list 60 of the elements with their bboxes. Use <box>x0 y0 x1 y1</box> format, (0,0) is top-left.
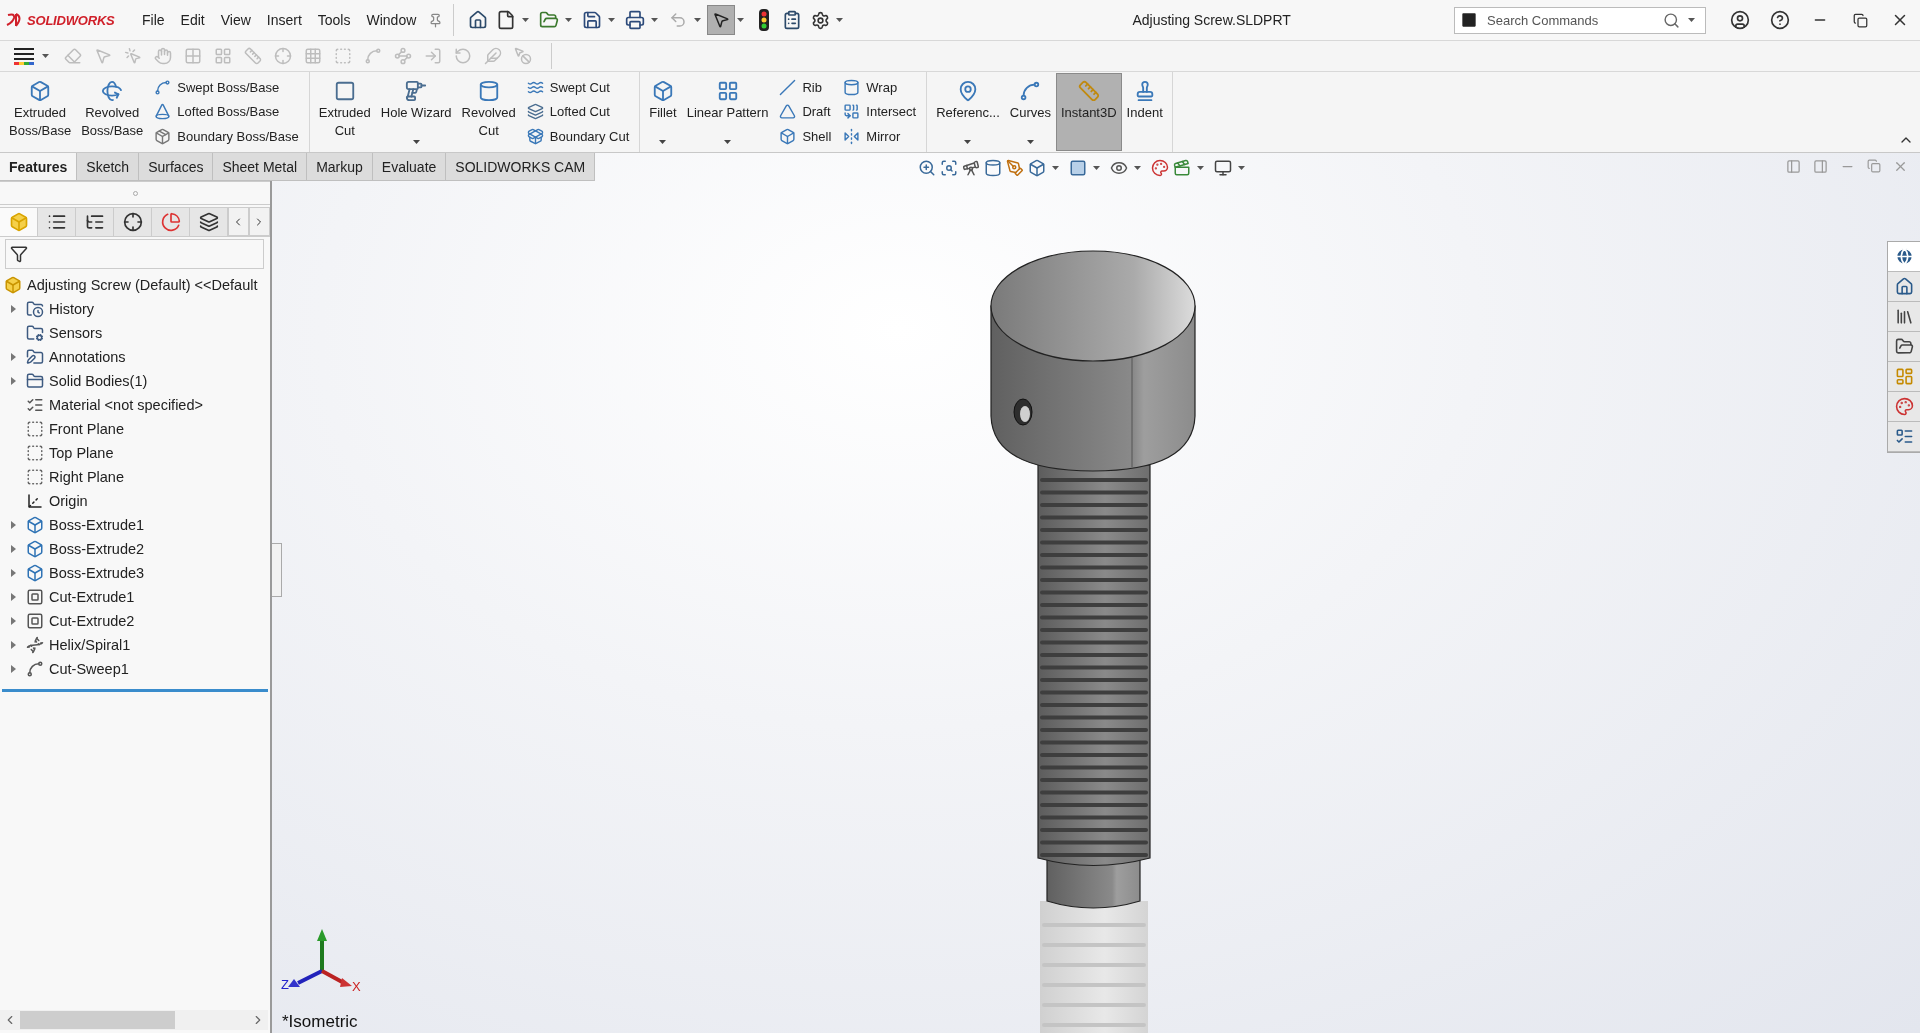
tree-root[interactable]: Adjusting Screw (Default) <<Default <box>22 277 258 293</box>
ribbon-button[interactable]: Swept Cut <box>524 77 632 97</box>
tree-item[interactable]: Sensors <box>44 325 103 341</box>
menu-item[interactable]: View <box>212 12 259 28</box>
ribbon-button[interactable]: Boundary Boss/Base <box>152 127 301 147</box>
ribbon-button[interactable]: Extruded Boss/Base <box>4 73 77 151</box>
tree-item[interactable]: Boss-Extrude1 <box>44 517 145 533</box>
ribbon-button[interactable]: Hole Wizard <box>375 73 457 151</box>
tree-item[interactable]: Helix/Spiral1 <box>44 637 131 653</box>
view-name: *Isometric <box>282 1012 358 1032</box>
ribbon-button[interactable]: Revolved Cut <box>456 73 521 151</box>
ribbon-button[interactable]: Extruded Cut <box>313 73 376 151</box>
command-tab[interactable]: Sheet Metal <box>213 153 308 181</box>
search-input[interactable]: Search Commands <box>1485 11 1657 29</box>
tree-item[interactable]: Material <not specified> <box>44 397 203 413</box>
tree-item[interactable]: Origin <box>44 493 88 509</box>
tree-item[interactable]: Cut-Extrude1 <box>44 589 135 605</box>
tree-item[interactable]: Right Plane <box>44 469 124 485</box>
ribbon-button[interactable]: Indent <box>1121 73 1168 151</box>
axis-label: X <box>352 979 361 994</box>
tree-item[interactable]: Top Plane <box>44 445 114 461</box>
tree-item[interactable]: Solid Bodies(1) <box>44 373 148 389</box>
window-title: Adjusting Screw.SLDPRT <box>1131 12 1292 28</box>
tree-item[interactable]: Front Plane <box>44 421 124 437</box>
ribbon-button[interactable]: Shell <box>777 127 834 147</box>
ribbon-button[interactable]: Boundary Cut <box>524 127 632 147</box>
ribbon-button[interactable]: Swept Boss/Base <box>152 77 301 97</box>
ribbon-button[interactable]: Intersect <box>841 102 919 122</box>
tree-item[interactable]: Boss-Extrude2 <box>44 541 145 557</box>
command-tab[interactable]: Sketch <box>77 153 140 181</box>
ribbon-button[interactable]: Draft <box>777 102 834 122</box>
command-tab[interactable]: Markup <box>307 153 373 181</box>
ribbon-button[interactable]: Lofted Boss/Base <box>152 102 301 122</box>
command-tab[interactable]: Features <box>0 153 78 181</box>
tree-item[interactable]: Cut-Extrude2 <box>44 613 135 629</box>
menu-item[interactable]: File <box>134 12 173 28</box>
ribbon-button[interactable]: Instant3D <box>1055 73 1122 151</box>
command-tab[interactable]: Evaluate <box>372 153 447 181</box>
ribbon-button[interactable]: Curves <box>1004 73 1056 151</box>
command-tab[interactable]: SOLIDWORKS CAM <box>446 153 596 181</box>
ribbon-button[interactable]: Fillet <box>644 73 682 151</box>
tree-item[interactable]: Cut-Sweep1 <box>44 661 129 677</box>
tree-item[interactable]: Annotations <box>44 349 126 365</box>
command-tab[interactable]: Surfaces <box>139 153 214 181</box>
ribbon-button[interactable]: Rib <box>777 77 834 97</box>
menu-item[interactable]: Insert <box>258 12 310 28</box>
ribbon-button[interactable]: Mirror <box>841 127 919 147</box>
ribbon-button[interactable]: Lofted Cut <box>524 102 632 122</box>
axis-label: Z <box>281 977 289 992</box>
ribbon-button[interactable]: Linear Pattern <box>681 73 774 151</box>
ribbon-button[interactable]: Wrap <box>841 77 919 97</box>
app-logo: SOLIDWORKS <box>27 12 115 28</box>
menu-item[interactable]: Edit <box>172 12 213 28</box>
ribbon-button[interactable]: Revolved Boss/Base <box>76 73 149 151</box>
menu-item[interactable]: Window <box>358 12 425 28</box>
menu-item[interactable]: Tools <box>309 12 359 28</box>
tree-item[interactable]: History <box>44 301 95 317</box>
tree-item[interactable]: Boss-Extrude3 <box>44 565 145 581</box>
ribbon-button[interactable]: Referenc... <box>931 73 1005 151</box>
search-field[interactable]: Search Commands <box>1454 6 1706 34</box>
